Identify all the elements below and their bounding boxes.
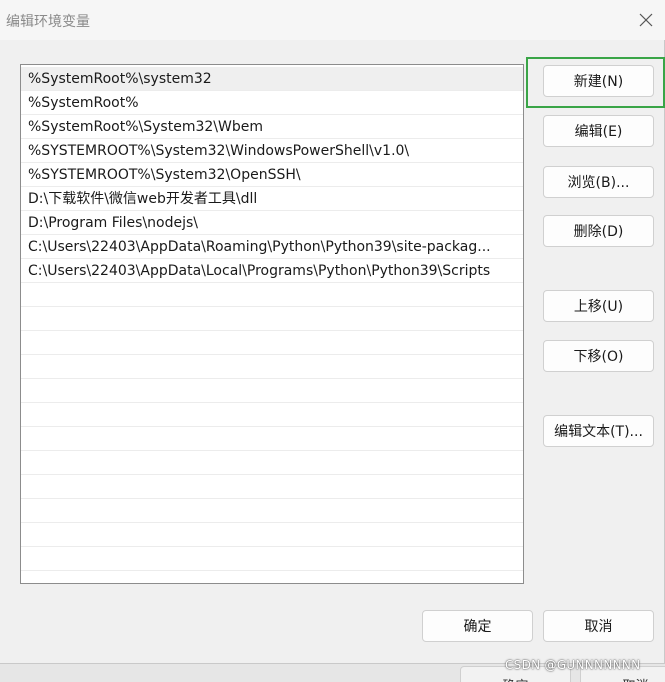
- list-item[interactable]: [21, 499, 523, 523]
- dialog-title: 编辑环境变量: [6, 14, 90, 30]
- browse-button[interactable]: 浏览(B)...: [543, 166, 654, 198]
- close-icon: [639, 13, 653, 27]
- edit-env-var-dialog: 编辑环境变量 %SystemRoot%\system32 %SystemRoot%…: [0, 0, 665, 664]
- list-item[interactable]: %SystemRoot%\System32\Wbem: [21, 115, 523, 139]
- title-bar: 编辑环境变量: [0, 0, 665, 40]
- list-item[interactable]: %SystemRoot%: [21, 91, 523, 115]
- move-down-button[interactable]: 下移(O): [543, 340, 654, 372]
- move-up-button[interactable]: 上移(U): [543, 290, 654, 322]
- list-item[interactable]: %SYSTEMROOT%\System32\OpenSSH\: [21, 163, 523, 187]
- list-item[interactable]: [21, 571, 523, 583]
- list-item[interactable]: [21, 403, 523, 427]
- list-item[interactable]: [21, 283, 523, 307]
- list-item[interactable]: [21, 451, 523, 475]
- list-item[interactable]: [21, 547, 523, 571]
- edit-text-button[interactable]: 编辑文本(T)...: [543, 415, 654, 447]
- delete-button[interactable]: 删除(D): [543, 215, 654, 247]
- list-item[interactable]: %SystemRoot%\system32: [21, 67, 523, 91]
- edit-button[interactable]: 编辑(E): [543, 115, 654, 147]
- watermark: CSDN @GUNNNNNNN: [505, 658, 641, 672]
- new-button[interactable]: 新建(N): [543, 65, 654, 97]
- list-item[interactable]: C:\Users\22403\AppData\Roaming\Python\Py…: [21, 235, 523, 259]
- list-item[interactable]: %SYSTEMROOT%\System32\WindowsPowerShell\…: [21, 139, 523, 163]
- list-item[interactable]: [21, 379, 523, 403]
- list-item[interactable]: [21, 523, 523, 547]
- list-item[interactable]: [21, 307, 523, 331]
- list-item[interactable]: [21, 427, 523, 451]
- list-item[interactable]: [21, 331, 523, 355]
- list-item[interactable]: D:\Program Files\nodejs\: [21, 211, 523, 235]
- list-item[interactable]: D:\下载软件\微信web开发者工具\dll: [21, 187, 523, 211]
- list-item[interactable]: C:\Users\22403\AppData\Local\Programs\Py…: [21, 259, 523, 283]
- cancel-button[interactable]: 取消: [543, 610, 654, 642]
- ok-button[interactable]: 确定: [422, 610, 533, 642]
- path-list[interactable]: %SystemRoot%\system32 %SystemRoot% %System…: [20, 64, 524, 584]
- close-button[interactable]: [631, 5, 661, 35]
- list-item[interactable]: [21, 475, 523, 499]
- list-item[interactable]: [21, 355, 523, 379]
